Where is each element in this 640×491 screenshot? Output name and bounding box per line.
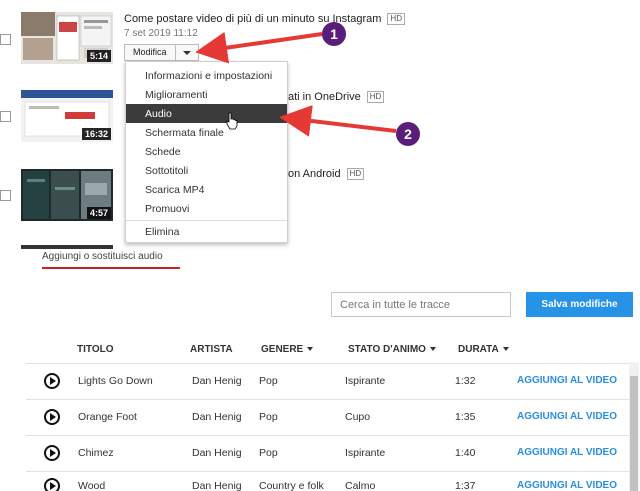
annotation-arrows	[195, 31, 397, 137]
annotation-badge-2: 2	[396, 122, 420, 146]
annotation-badge-1: 1	[322, 22, 346, 46]
arrow-to-edit-button	[195, 31, 323, 64]
arrow-to-audio-item	[279, 104, 397, 137]
